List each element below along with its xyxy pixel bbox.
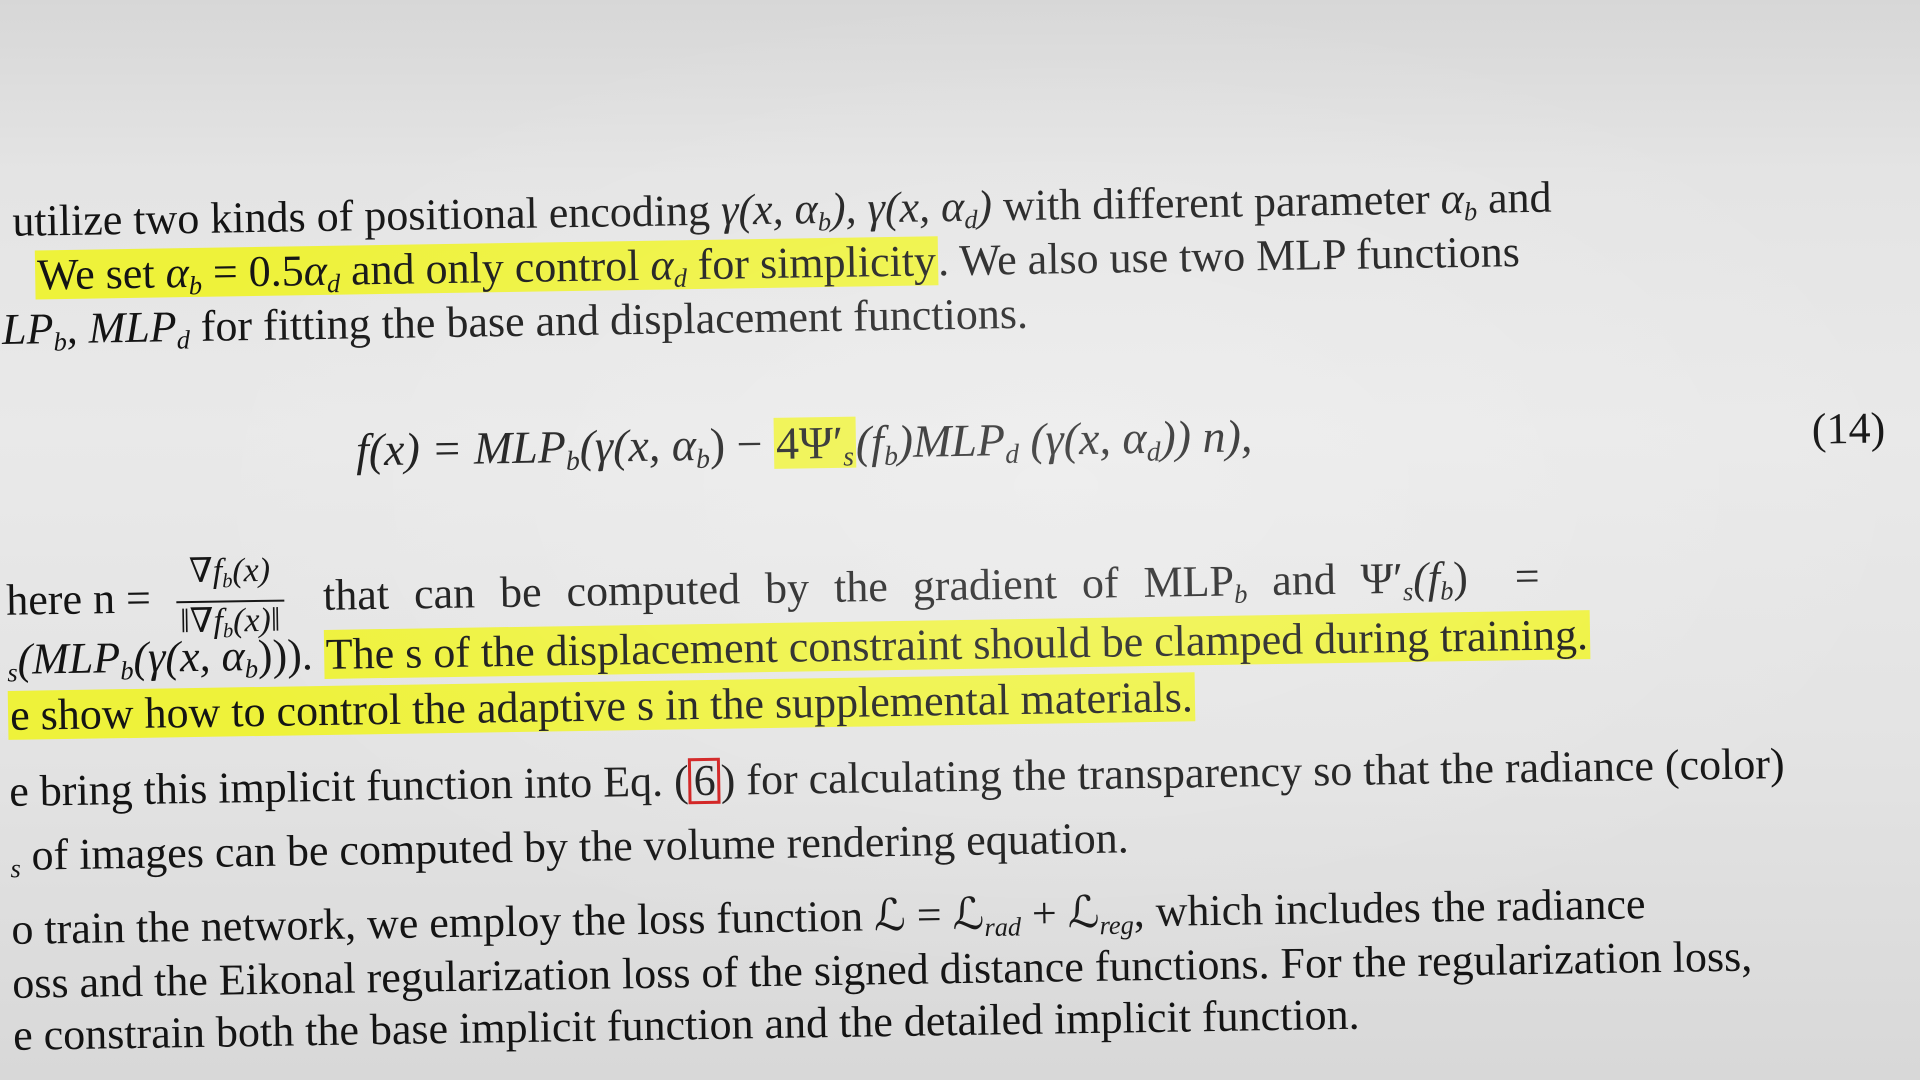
math-gamma-b: γ(x, αb), γ(x, αd) <box>720 181 993 237</box>
text-line-8: e bring this implicit function into Eq. … <box>8 739 1785 816</box>
line-1-text-b: with different parameter <box>991 174 1442 231</box>
line-1-text-c: and <box>1476 172 1552 223</box>
text-line-9: s of images can be computed by the volum… <box>10 813 1130 884</box>
line-1-text-a: utilize two kinds of positional encoding <box>11 185 722 246</box>
highlight-4psi: 4Ψ′s <box>773 416 857 472</box>
math-alpha-b: αb <box>1440 174 1478 227</box>
paper-page-photo: utilize two kinds of positional encoding… <box>0 0 1920 1080</box>
line-3-text-c: for fitting the base and displacement fu… <box>189 288 1029 352</box>
line-2-text-b: . We also use two MLP functions <box>937 227 1521 286</box>
equation-14: f(x) = MLPb(γ(x, αb) − 4Ψ′s(fb)MLPd (γ(x… <box>355 410 1253 476</box>
equation-reference-link[interactable]: 6 <box>688 756 722 805</box>
equation-number: (14) <box>1811 403 1886 454</box>
